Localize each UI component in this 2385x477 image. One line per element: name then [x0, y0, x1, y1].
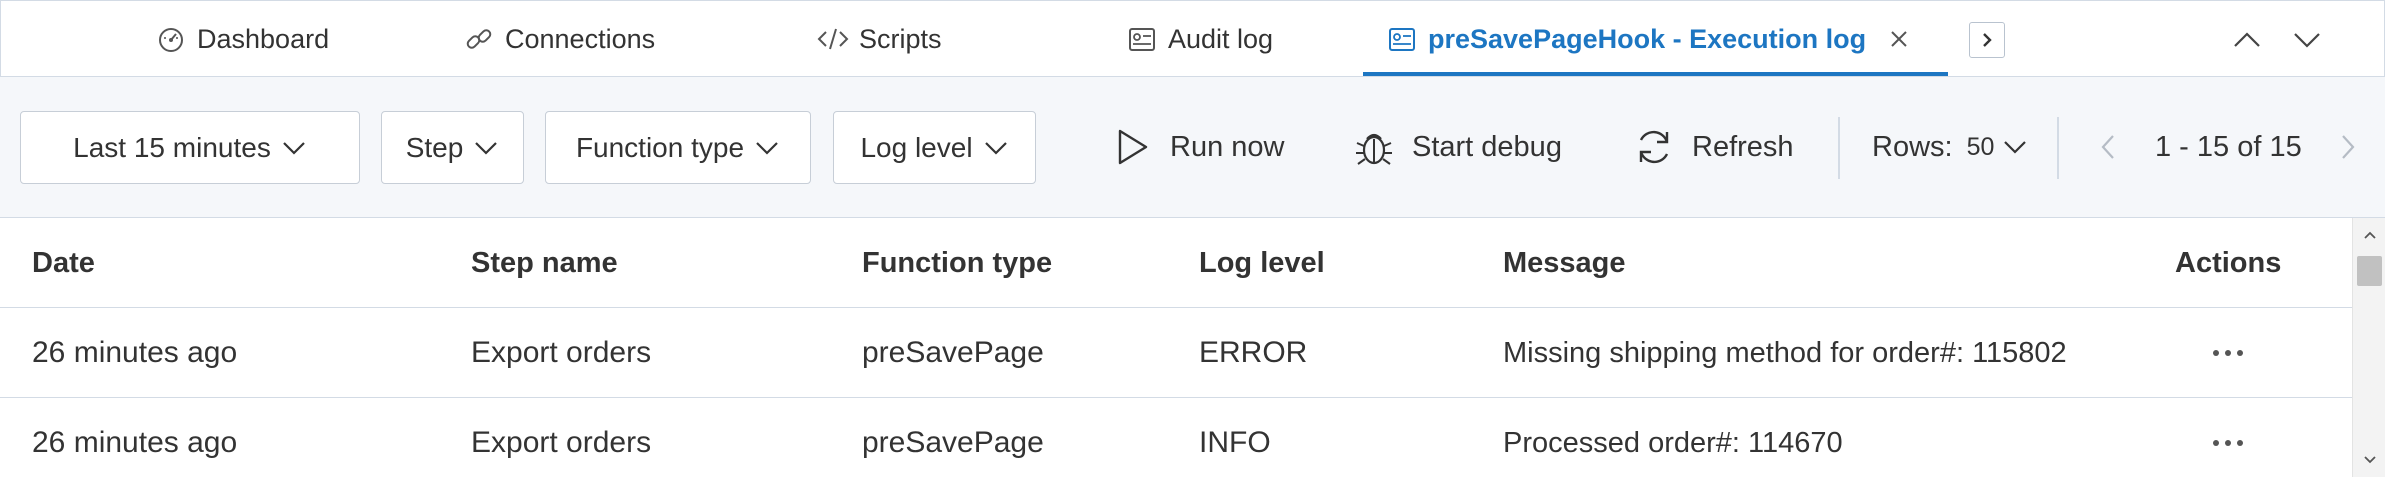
column-header-message[interactable]: Message	[1503, 218, 1626, 308]
refresh-button[interactable]: Refresh	[1632, 117, 1794, 177]
table-scrollbar[interactable]	[2352, 218, 2385, 477]
function-type-filter-label: Function type	[575, 131, 745, 163]
refresh-icon	[1632, 125, 1676, 169]
cell-function-type: preSavePage	[862, 426, 1044, 459]
chevron-down-icon	[2004, 141, 2027, 154]
cell-date: 26 minutes ago	[32, 336, 238, 369]
log-level-filter-label: Log level	[860, 131, 973, 163]
execution-log-icon	[1386, 23, 1418, 55]
start-debug-label: Start debug	[1412, 130, 1562, 163]
dashboard-icon	[155, 23, 187, 55]
more-actions-icon[interactable]	[2208, 338, 2248, 368]
toolbar-divider	[1838, 117, 1840, 179]
step-filter[interactable]: Step	[381, 111, 524, 184]
tab-scripts-label: Scripts	[859, 23, 942, 54]
refresh-label: Refresh	[1692, 130, 1794, 163]
code-icon	[817, 23, 849, 55]
rows-per-page-select[interactable]: Rows: 50	[1872, 117, 2028, 177]
chevron-down-icon	[756, 141, 778, 155]
function-type-filter[interactable]: Function type	[545, 111, 811, 184]
play-icon	[1110, 125, 1154, 169]
run-now-label: Run now	[1170, 130, 1285, 163]
time-range-select[interactable]: Last 15 minutes	[20, 111, 360, 184]
toolbar-divider	[2057, 117, 2059, 179]
chevron-down-icon	[2294, 33, 2320, 48]
run-now-button[interactable]: Run now	[1110, 117, 1284, 177]
start-debug-button[interactable]: Start debug	[1352, 117, 1562, 177]
cell-message: Missing shipping method for order#: 1158…	[1503, 336, 2067, 369]
tab-dashboard[interactable]: Dashboard	[155, 1, 329, 77]
chevron-up-icon	[2234, 32, 2260, 47]
tab-execution-log[interactable]: preSavePageHook - Execution log	[1386, 1, 1866, 77]
tab-dashboard-label: Dashboard	[197, 23, 330, 54]
column-header-log-level[interactable]: Log level	[1199, 218, 1325, 308]
execution-log-table: Date Step name Function type Log level M…	[0, 218, 2352, 477]
expand-down-button[interactable]	[2289, 23, 2325, 57]
cell-message: Processed order#: 114670	[1503, 426, 1843, 459]
previous-page-button[interactable]	[2093, 127, 2123, 167]
more-actions-icon[interactable]	[2208, 428, 2248, 458]
collapse-up-button[interactable]	[2229, 23, 2265, 57]
time-range-label: Last 15 minutes	[73, 131, 271, 163]
active-tab-indicator	[1363, 72, 1948, 76]
column-header-step-name[interactable]: Step name	[471, 218, 618, 308]
tab-scripts[interactable]: Scripts	[817, 1, 942, 77]
tab-connections-label: Connections	[505, 23, 656, 54]
rows-label: Rows:	[1872, 130, 1953, 163]
page-range: 1 - 15 of 15	[2155, 130, 2302, 163]
rows-value: 50	[1966, 132, 1995, 161]
tab-connections[interactable]: Connections	[463, 1, 655, 77]
chevron-left-icon	[2101, 135, 2114, 159]
toolbar: Last 15 minutes Step Function type Log l…	[0, 77, 2385, 218]
cell-log-level: ERROR	[1199, 336, 1308, 369]
log-level-filter[interactable]: Log level	[833, 111, 1036, 184]
next-page-button[interactable]	[2333, 127, 2363, 167]
cell-step-name: Export orders	[471, 426, 652, 459]
column-header-date[interactable]: Date	[32, 218, 95, 308]
tab-bar: Dashboard Connections Scripts Audit log …	[0, 0, 2385, 77]
cell-date: 26 minutes ago	[32, 426, 238, 459]
more-tabs-button[interactable]	[1969, 22, 2005, 58]
chevron-right-icon	[1983, 33, 1992, 47]
column-header-function-type[interactable]: Function type	[862, 218, 1052, 308]
tab-audit-log[interactable]: Audit log	[1126, 1, 1273, 77]
cell-step-name: Export orders	[471, 336, 652, 369]
column-header-actions: Actions	[2175, 246, 2282, 279]
cell-function-type: preSavePage	[862, 336, 1044, 369]
step-filter-label: Step	[405, 131, 464, 163]
table-row[interactable]: 26 minutes ago Export orders preSavePage…	[0, 398, 2352, 477]
table-row[interactable]: 26 minutes ago Export orders preSavePage…	[0, 308, 2352, 398]
link-icon	[463, 23, 495, 55]
scroll-up-arrow-icon[interactable]	[2353, 222, 2385, 248]
chevron-down-icon	[984, 141, 1007, 155]
close-icon[interactable]	[1883, 23, 1915, 55]
tab-execution-log-label: preSavePageHook - Execution log	[1428, 23, 1867, 54]
chevron-down-icon	[283, 141, 305, 155]
cell-log-level: INFO	[1199, 426, 1271, 459]
audit-log-icon	[1126, 23, 1158, 55]
tab-audit-log-label: Audit log	[1168, 23, 1274, 54]
scrollbar-thumb[interactable]	[2357, 256, 2382, 286]
chevron-right-icon	[2342, 135, 2355, 159]
scroll-down-arrow-icon[interactable]	[2353, 447, 2385, 473]
table-header: Date Step name Function type Log level M…	[0, 218, 2352, 308]
chevron-down-icon	[475, 141, 498, 155]
bug-icon	[1352, 125, 1396, 169]
